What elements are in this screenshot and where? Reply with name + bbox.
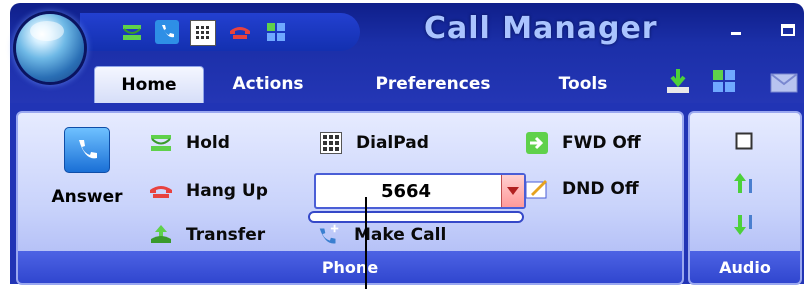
tab-actions[interactable]: Actions — [224, 66, 312, 102]
transfer-icon — [148, 223, 174, 247]
hold-icon[interactable] — [120, 20, 144, 44]
dialpad-icon[interactable] — [190, 20, 216, 46]
hang-up-label: Hang Up — [186, 181, 268, 201]
phone-icon[interactable] — [155, 20, 179, 44]
grid-icon[interactable] — [264, 20, 288, 44]
volume-up-icon[interactable] — [730, 169, 758, 197]
hang-up-button[interactable]: Hang Up — [148, 179, 268, 203]
transfer-button[interactable]: Transfer — [148, 223, 265, 247]
phone-group-label: Phone — [18, 251, 682, 283]
dialpad-button[interactable]: DialPad — [318, 131, 429, 155]
tab-home-label: Home — [121, 75, 177, 95]
dialpad-icon — [318, 131, 344, 155]
answer-button[interactable]: Answer — [42, 123, 132, 233]
tab-preferences[interactable]: Preferences — [358, 66, 508, 102]
number-combobox[interactable]: 5664 — [314, 173, 526, 209]
fwd-button[interactable]: FWD Off — [524, 131, 641, 155]
phone-group: Answer Hold Hang Up Transfer DialPad 566… — [16, 111, 684, 285]
phone-handset-icon — [64, 127, 110, 173]
hold-label: Hold — [186, 133, 230, 153]
audio-group-label: Audio — [690, 251, 800, 283]
fwd-label: FWD Off — [562, 133, 641, 153]
dnd-icon — [524, 177, 550, 201]
hold-button[interactable]: Hold — [148, 131, 230, 155]
number-value[interactable]: 5664 — [316, 175, 496, 207]
orb-highlight — [30, 21, 64, 41]
call-manager-window: Call Manager Home Actions Preferences To… — [10, 3, 804, 285]
ribbon: Answer Hold Hang Up Transfer DialPad 566… — [10, 103, 804, 285]
app-title: Call Manager — [424, 11, 658, 46]
grid-icon[interactable] — [712, 69, 736, 93]
answer-label: Answer — [51, 187, 123, 207]
mail-icon[interactable] — [770, 73, 798, 93]
chevron-down-icon[interactable] — [501, 175, 524, 207]
make-call-icon — [316, 223, 342, 247]
volume-down-icon[interactable] — [730, 211, 758, 239]
tab-actions-label: Actions — [232, 74, 304, 94]
tab-tools[interactable]: Tools — [544, 66, 622, 102]
download-icon[interactable] — [665, 67, 691, 95]
tab-tools-label: Tools — [558, 74, 608, 94]
forward-icon — [524, 131, 550, 155]
minimize-button[interactable] — [727, 21, 745, 39]
make-call-label: Make Call — [354, 225, 447, 245]
hangup-icon — [148, 179, 174, 203]
transfer-label: Transfer — [186, 225, 266, 245]
dnd-button[interactable]: DND Off — [524, 177, 639, 201]
quick-access-toolbar — [80, 13, 360, 51]
dialpad-label: DialPad — [356, 133, 429, 153]
app-orb-button[interactable] — [16, 14, 84, 82]
audio-group: Audio — [688, 111, 802, 285]
hold-icon — [148, 131, 174, 155]
square-icon[interactable] — [730, 127, 758, 155]
make-call-button[interactable]: Make Call — [316, 223, 446, 247]
tab-preferences-label: Preferences — [375, 74, 491, 94]
tab-home[interactable]: Home — [94, 66, 204, 103]
dnd-label: DND Off — [562, 179, 639, 199]
maximize-button[interactable] — [779, 21, 797, 39]
callout-leader-line — [365, 197, 367, 289]
title-bar: Call Manager Home Actions Preferences To… — [10, 3, 804, 103]
hangup-icon[interactable] — [228, 20, 252, 44]
